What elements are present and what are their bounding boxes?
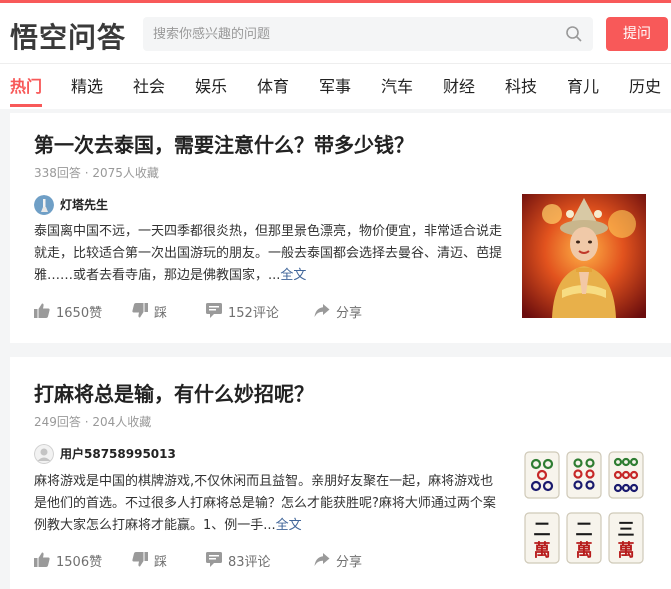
search-box[interactable]	[143, 17, 593, 51]
mahjong-tiles-image: 二 萬 二 萬 三 萬	[522, 447, 646, 571]
question-title[interactable]: 第一次去泰国，需要注意什么？带多少钱？	[34, 129, 414, 158]
thumbs-down-icon	[132, 552, 148, 567]
author-name[interactable]: 灯塔先生	[60, 196, 108, 213]
answer-thumbnail[interactable]	[522, 194, 646, 318]
share-icon	[314, 553, 330, 566]
dislike-label: 踩	[154, 306, 168, 321]
question-stats: 249回答 · 204人收藏	[34, 415, 152, 429]
question-card: 打麻将总是输，有什么妙招呢？ 249回答 · 204人收藏 用户58758995…	[10, 357, 671, 589]
question-card: 第一次去泰国，需要注意什么？带多少钱？ 338回答 · 2075人收藏 灯塔先生…	[10, 113, 671, 343]
tab-auto[interactable]: 汽车	[381, 73, 413, 97]
tile-character: 二	[534, 520, 551, 540]
share-label: 分享	[336, 555, 363, 570]
avatar[interactable]	[34, 195, 54, 215]
tab-military[interactable]: 军事	[319, 73, 351, 97]
read-more-link[interactable]: 全文	[276, 518, 302, 533]
tab-featured[interactable]: 精选	[71, 73, 103, 97]
share-icon	[314, 304, 330, 317]
comment-icon	[206, 303, 222, 318]
tile-character: 二	[576, 520, 593, 540]
answer-thumbnail[interactable]: 二 萬 二 萬 三 萬	[522, 447, 646, 571]
dislike-label: 踩	[154, 555, 168, 570]
category-nav: 热门 精选 社会 娱乐 体育 军事 汽车 财经 科技 育儿 历史	[0, 63, 671, 109]
tab-entertainment[interactable]: 娱乐	[195, 73, 227, 97]
share-label: 分享	[336, 306, 363, 321]
answer-excerpt[interactable]: 泰国离中国不远，一天四季都很炎热，但那里景色漂亮，物价便宜，非常适合说走就走，比…	[34, 221, 506, 287]
tab-finance[interactable]: 财经	[443, 73, 475, 97]
comment-count: 83评论	[228, 555, 271, 570]
logo[interactable]: 悟空问答	[10, 16, 126, 56]
tab-parenting[interactable]: 育儿	[567, 73, 599, 97]
ask-button[interactable]: 提问	[606, 17, 668, 51]
tile-character: 三	[618, 520, 635, 540]
tile-character: 萬	[534, 540, 551, 561]
answer-excerpt[interactable]: 麻将游戏是中国的棋牌游戏,不仅休闲而且益智。亲朋好友聚在一起，麻将游戏也是他们的…	[34, 471, 506, 537]
active-tab-indicator	[10, 104, 42, 107]
question-stats: 338回答 · 2075人收藏	[34, 166, 159, 180]
header: 悟空问答 提问	[0, 3, 671, 63]
tab-hot[interactable]: 热门	[10, 73, 42, 97]
tile-character: 萬	[576, 540, 593, 561]
like-count: 1650赞	[56, 306, 103, 321]
comment-icon	[206, 552, 222, 567]
thumbs-up-icon	[34, 303, 50, 318]
author-name[interactable]: 用户58758995013	[60, 445, 176, 462]
excerpt-text: 泰国离中国不远，一天四季都很炎热，但那里景色漂亮，物价便宜，非常适合说走就走，比…	[34, 224, 503, 283]
thumbs-down-icon	[132, 303, 148, 318]
read-more-link[interactable]: 全文	[280, 268, 306, 283]
tab-history[interactable]: 历史	[629, 73, 661, 97]
like-count: 1506赞	[56, 555, 103, 570]
search-icon[interactable]	[565, 25, 583, 43]
question-title[interactable]: 打麻将总是输，有什么妙招呢？	[34, 378, 314, 407]
tab-society[interactable]: 社会	[133, 73, 165, 97]
tab-sports[interactable]: 体育	[257, 73, 289, 97]
excerpt-text: 麻将游戏是中国的棋牌游戏,不仅休闲而且益智。亲朋好友聚在一起，麻将游戏也是他们的…	[34, 474, 496, 533]
thumbs-up-icon	[34, 552, 50, 567]
search-input[interactable]	[153, 17, 553, 51]
comment-count: 152评论	[228, 306, 279, 321]
tile-character: 萬	[618, 540, 635, 561]
tab-tech[interactable]: 科技	[505, 73, 537, 97]
avatar[interactable]	[34, 444, 54, 464]
thai-dancer-image	[522, 194, 646, 318]
